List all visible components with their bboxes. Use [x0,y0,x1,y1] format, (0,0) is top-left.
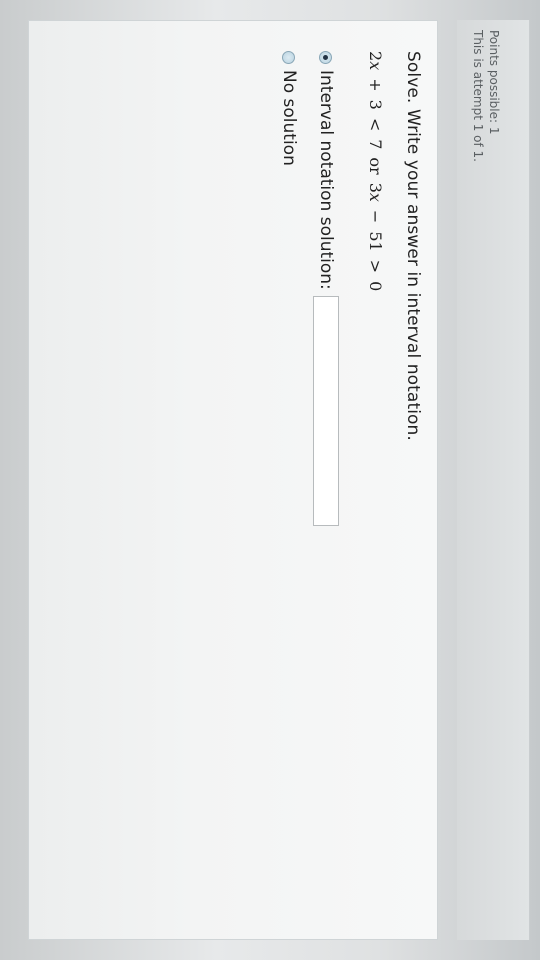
eq-part2-op: − [366,209,385,224]
question-panel: Solve. Write your answer in interval not… [28,20,438,940]
eq-part2-const: 51 [366,231,385,252]
eq-part1-coef: 2 [366,51,385,62]
points-possible: Points possible: 1 [487,30,501,135]
no-solution-label: No solution [279,70,299,166]
no-solution-radio[interactable] [282,51,296,64]
eq-part1-var: x [366,61,385,71]
interval-notation-radio[interactable] [319,51,333,64]
interval-notation-label: Interval notation solution: [316,70,336,290]
eq-part1-rel: < [366,117,385,132]
points-panel: Points possible: 1 This is attempt 1 of … [457,20,530,940]
option-interval-notation[interactable]: Interval notation solution: [313,51,339,526]
eq-joiner: or [366,157,385,175]
eq-part2-rel: > [366,259,385,274]
screen: Solve. Write your answer in interval not… [0,0,540,960]
option-no-solution[interactable]: No solution [279,51,299,166]
eq-part2-coef: 3 [366,182,385,193]
eq-part1-rhs: 7 [366,139,385,150]
eq-part1-op: + [366,78,385,92]
attempt-count: This is attempt 1 of 1. [471,30,485,162]
eq-part2-rhs: 0 [366,281,385,292]
interval-answer-input[interactable] [313,295,339,526]
eq-part1-const: 3 [366,99,385,110]
question-instruction: Solve. Write your answer in interval not… [403,51,423,441]
question-equation: 2x+3<7or3x−51>0 [366,51,385,291]
eq-part2-var: x [366,192,385,202]
